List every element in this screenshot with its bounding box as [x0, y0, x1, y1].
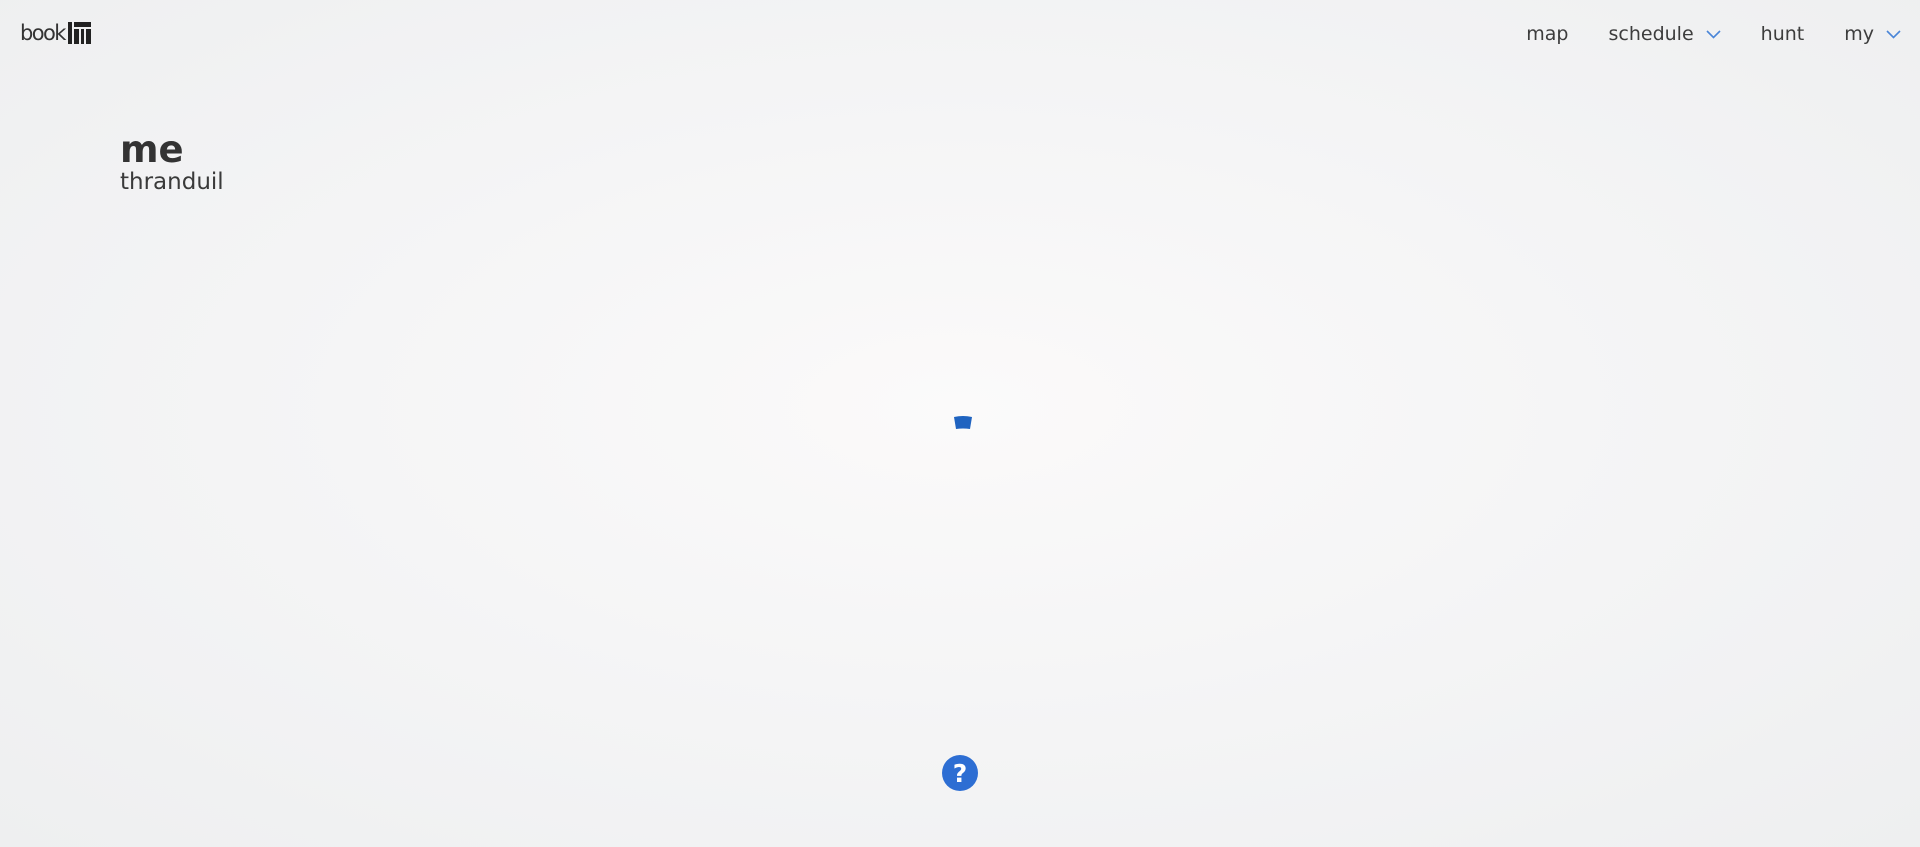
book-mark-icon	[67, 22, 91, 44]
nav-schedule[interactable]: schedule	[1609, 20, 1721, 48]
nav-my-label: my	[1844, 23, 1874, 45]
loading-spinner-icon	[954, 416, 972, 429]
nav-schedule-label: schedule	[1608, 23, 1694, 45]
page-title: me	[120, 128, 184, 171]
nav-map[interactable]: map	[1526, 20, 1568, 48]
nav-hunt[interactable]: hunt	[1761, 20, 1805, 48]
nav-my[interactable]: my	[1844, 20, 1901, 48]
main-nav: map schedule hunt my	[1526, 20, 1920, 48]
nav-hunt-label: hunt	[1760, 23, 1805, 45]
help-icon: ?	[952, 758, 968, 788]
nav-map-label: map	[1526, 23, 1569, 45]
help-button[interactable]: ?	[942, 755, 978, 791]
chevron-down-icon	[1706, 29, 1721, 39]
chevron-down-icon	[1886, 29, 1901, 39]
page-heading: me thranduil	[120, 128, 224, 196]
site-logo[interactable]: book	[20, 20, 91, 44]
logo-text: book	[20, 21, 66, 45]
top-nav-bar: book map schedule hunt my	[0, 0, 1920, 66]
username-subtitle: thranduil	[120, 169, 224, 195]
